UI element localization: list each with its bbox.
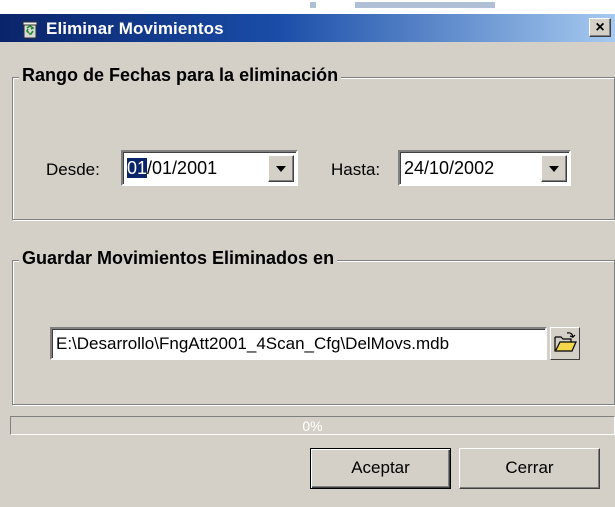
background-mark bbox=[310, 2, 316, 8]
title-bar[interactable]: Eliminar Movimientos × bbox=[0, 14, 615, 42]
from-label: Desde: bbox=[46, 160, 100, 179]
window-title: Eliminar Movimientos bbox=[46, 19, 224, 38]
to-date-combo[interactable]: 24/10/2002 bbox=[398, 150, 571, 186]
background-mark bbox=[355, 2, 495, 8]
from-date-selected-part: 01 bbox=[127, 158, 148, 178]
save-location-legend: Guardar Movimientos Eliminados en bbox=[19, 248, 338, 269]
chevron-down-icon bbox=[549, 166, 559, 172]
progress-bar: 0% bbox=[10, 416, 615, 435]
chevron-down-icon bbox=[276, 166, 286, 172]
date-range-group: Rango de Fechas para la eliminación bbox=[12, 65, 615, 220]
from-date-rest: /01/2001 bbox=[147, 158, 218, 178]
to-label: Hasta: bbox=[331, 160, 381, 179]
save-path-field[interactable]: E:\Desarrollo\FngAtt2001_4Scan_Cfg\DelMo… bbox=[50, 327, 547, 360]
recycle-bin-icon bbox=[22, 21, 38, 39]
dialog-window: Eliminar Movimientos × Rango de Fechas p… bbox=[0, 14, 615, 507]
save-path-value[interactable]: E:\Desarrollo\FngAtt2001_4Scan_Cfg\DelMo… bbox=[56, 334, 449, 354]
close-button[interactable]: Cerrar bbox=[459, 448, 600, 489]
to-date-value[interactable]: 24/10/2002 bbox=[404, 158, 494, 179]
to-date-dropdown-button[interactable] bbox=[541, 155, 567, 182]
browse-folder-button[interactable] bbox=[550, 327, 580, 360]
from-date-value[interactable]: 01/01/2001 bbox=[127, 158, 217, 179]
background-strip bbox=[0, 0, 615, 14]
from-date-dropdown-button[interactable] bbox=[268, 155, 294, 182]
accept-button[interactable]: Aceptar bbox=[310, 448, 451, 489]
date-range-legend: Rango de Fechas para la eliminación bbox=[19, 65, 342, 86]
progress-text: 0% bbox=[302, 418, 323, 434]
from-date-combo[interactable]: 01/01/2001 bbox=[121, 150, 298, 186]
open-folder-icon bbox=[554, 332, 577, 352]
close-icon[interactable]: × bbox=[589, 18, 611, 37]
